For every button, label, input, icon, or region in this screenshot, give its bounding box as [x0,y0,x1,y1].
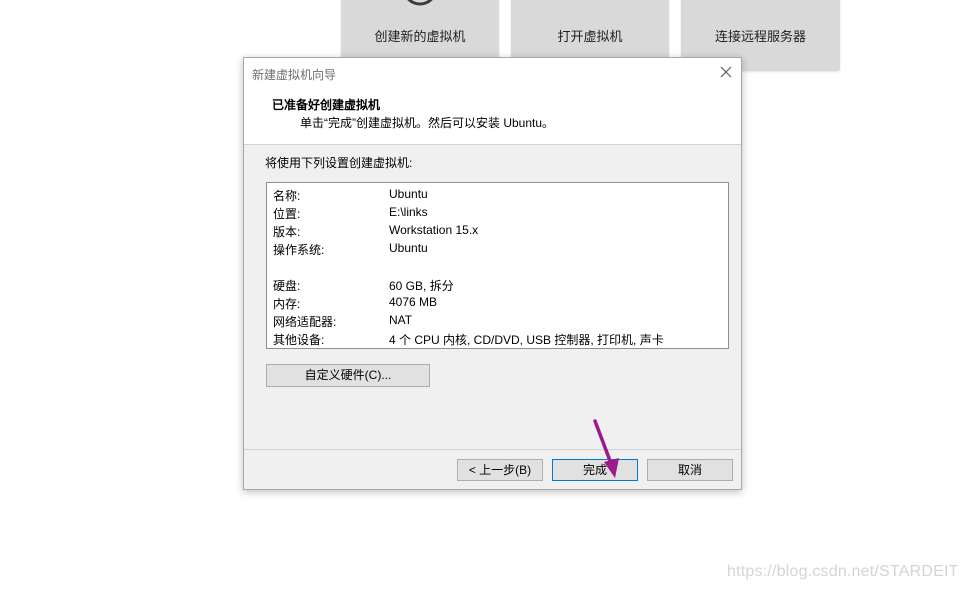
summary-value: 4 个 CPU 内核, CD/DVD, USB 控制器, 打印机, 声卡 [389,333,664,347]
dialog-titlebar: 新建虚拟机向导 [244,58,741,87]
remote-server-icon [741,0,781,10]
open-vm-label: 打开虚拟机 [557,29,623,44]
summary-key: 操作系统: [273,243,325,257]
summary-key: 硬盘: [273,279,301,293]
cancel-button[interactable]: 取消 [647,459,733,481]
open-vm-icon [570,0,610,10]
summary-value: Ubuntu [389,187,428,201]
create-vm-icon [407,0,433,6]
summary-key: 版本: [273,225,301,239]
settings-summary-box: 名称: Ubuntu 位置: E:\links 版本: Workstation … [266,182,729,349]
summary-key: 内存: [273,297,301,311]
close-icon [720,66,732,78]
close-button[interactable] [717,63,735,81]
summary-key: 名称: [273,189,301,203]
dialog-title: 新建虚拟机向导 [252,68,337,82]
footer-divider [244,449,741,450]
summary-value: 60 GB, 拆分 [389,279,454,293]
summary-value: 4076 MB [389,295,438,309]
wizard-step-subtitle: 单击“完成”创建虚拟机。然后可以安装 Ubuntu。 [300,116,555,130]
annotation-arrow-icon [593,419,619,478]
summary-key: 网络适配器: [273,315,337,329]
customize-hardware-button[interactable]: 自定义硬件(C)... [266,364,430,387]
wizard-header: 已准备好创建虚拟机 单击“完成”创建虚拟机。然后可以安装 Ubuntu。 [244,87,741,145]
new-vm-wizard-dialog: 新建虚拟机向导 已准备好创建虚拟机 单击“完成”创建虚拟机。然后可以安装 Ubu… [243,57,742,490]
create-vm-label: 创建新的虚拟机 [374,29,466,44]
summary-key: 其他设备: [273,333,325,347]
summary-value: E:\links [389,205,428,219]
summary-key: 位置: [273,207,301,221]
back-button[interactable]: < 上一步(B) [457,459,543,481]
summary-value: NAT [389,313,413,327]
remote-server-label: 连接远程服务器 [714,29,806,44]
summary-value: Workstation 15.x [389,223,479,237]
wizard-step-title: 已准备好创建虚拟机 [272,98,381,112]
settings-intro: 将使用下列设置创建虚拟机: [265,156,413,170]
summary-value: Ubuntu [389,241,428,255]
watermark: https://blog.csdn.net/STARDEIT [727,563,959,580]
